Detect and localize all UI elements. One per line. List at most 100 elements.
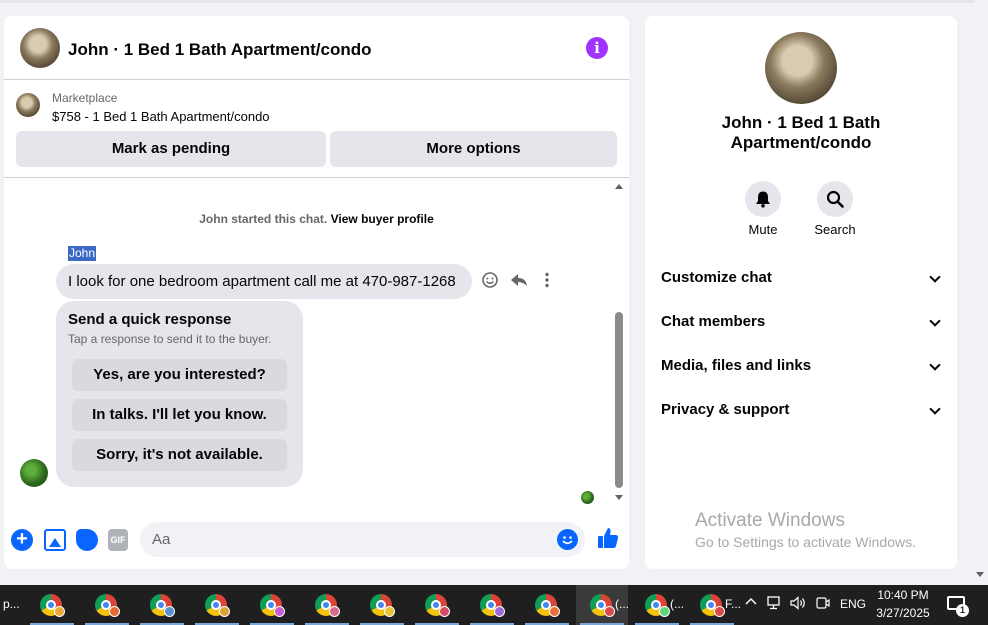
sender-avatar[interactable] bbox=[20, 459, 48, 487]
chevron-down-icon bbox=[929, 315, 941, 327]
chevron-down-icon bbox=[929, 359, 941, 371]
message-bubble[interactable]: I look for one bedroom apartment call me… bbox=[56, 264, 472, 299]
language-indicator[interactable]: ENG bbox=[840, 597, 866, 611]
marketplace-listing-thumbnail[interactable] bbox=[16, 93, 40, 117]
scroll-up-arrow-icon[interactable] bbox=[615, 184, 623, 189]
more-icon[interactable] bbox=[537, 271, 557, 291]
camera-icon[interactable] bbox=[816, 596, 830, 613]
chat-started-text: John started this chat. bbox=[199, 212, 328, 226]
more-options-button[interactable]: More options bbox=[330, 131, 617, 167]
search-icon[interactable] bbox=[817, 181, 853, 217]
sticker-icon[interactable] bbox=[76, 529, 98, 551]
chat-started-notice: John started this chat. View buyer profi… bbox=[4, 212, 629, 226]
quick-response-title: Send a quick response bbox=[68, 311, 232, 328]
section-privacy-support[interactable]: Privacy & support bbox=[661, 398, 943, 422]
section-customize-chat[interactable]: Customize chat bbox=[661, 266, 943, 290]
chat-header: John · 1 Bed 1 Bath Apartment/condo i bbox=[4, 16, 629, 80]
activate-windows-title: Activate Windows bbox=[695, 510, 845, 531]
taskbar-chrome-window[interactable] bbox=[521, 585, 573, 625]
taskbar-window-label: (... bbox=[615, 597, 629, 611]
message-input[interactable] bbox=[140, 522, 585, 557]
sender-name: John bbox=[68, 246, 97, 261]
taskbar-chrome-window[interactable] bbox=[81, 585, 133, 625]
chat-scrollbar[interactable] bbox=[612, 182, 627, 506]
header-divider bbox=[4, 177, 629, 178]
profile-avatar-icon bbox=[54, 606, 65, 617]
conversation-name: John · 1 Bed 1 Bath Apartment/condo bbox=[721, 113, 881, 152]
taskbar-chrome-window[interactable] bbox=[411, 585, 463, 625]
taskbar-window-label: (... bbox=[670, 597, 684, 611]
clock-date[interactable]: 3/27/2025 bbox=[872, 606, 934, 620]
section-label: Customize chat bbox=[661, 269, 772, 286]
taskbar-chrome-window[interactable] bbox=[26, 585, 78, 625]
scroll-thumb[interactable] bbox=[615, 312, 623, 488]
profile-avatar-icon bbox=[549, 606, 560, 617]
listing-avatar[interactable] bbox=[20, 28, 60, 68]
conversation-info-panel: John · 1 Bed 1 Bath Apartment/condo Mute… bbox=[645, 16, 957, 569]
search-label: Search bbox=[814, 222, 856, 237]
profile-avatar-icon bbox=[439, 606, 450, 617]
taskbar-chrome-window[interactable] bbox=[466, 585, 518, 625]
notification-count: 1 bbox=[956, 604, 969, 617]
profile-avatar-icon bbox=[494, 606, 505, 617]
top-border bbox=[0, 0, 975, 3]
quick-response-option[interactable]: Yes, are you interested? bbox=[72, 359, 287, 391]
profile-avatar-icon bbox=[714, 606, 725, 617]
section-chat-members[interactable]: Chat members bbox=[661, 310, 943, 334]
quick-response-subtitle: Tap a response to send it to the buyer. bbox=[68, 332, 272, 346]
taskbar-chrome-window[interactable] bbox=[191, 585, 243, 625]
chevron-down-icon bbox=[929, 403, 941, 415]
photo-icon[interactable] bbox=[44, 529, 66, 551]
mute-label: Mute bbox=[748, 222, 778, 237]
quick-response-card: Send a quick response Tap a response to … bbox=[56, 301, 303, 487]
taskbar: p... (... (... F... ENG 10:40 PM 3/27/2025… bbox=[0, 585, 988, 625]
reply-icon[interactable] bbox=[509, 271, 529, 291]
profile-avatar-icon bbox=[659, 606, 670, 617]
quick-response-option[interactable]: Sorry, it's not available. bbox=[72, 439, 287, 471]
conversation-avatar[interactable] bbox=[765, 32, 837, 104]
taskbar-chrome-window[interactable] bbox=[301, 585, 353, 625]
profile-avatar-icon bbox=[219, 606, 230, 617]
plus-icon[interactable]: + bbox=[11, 529, 33, 551]
taskbar-chrome-window[interactable] bbox=[356, 585, 408, 625]
marketplace-label: Marketplace bbox=[52, 91, 118, 105]
bell-icon[interactable] bbox=[745, 181, 781, 217]
activate-windows-subtitle: Go to Settings to activate Windows. bbox=[695, 534, 916, 550]
quick-response-option[interactable]: In talks. I'll let you know. bbox=[72, 399, 287, 431]
react-icon[interactable] bbox=[480, 271, 500, 291]
taskbar-chrome-window[interactable] bbox=[246, 585, 298, 625]
taskbar-chrome-window[interactable]: (... bbox=[631, 585, 684, 625]
emoji-icon[interactable] bbox=[557, 529, 578, 550]
view-buyer-profile-link[interactable]: View buyer profile bbox=[331, 212, 434, 226]
page-scroll-down-arrow-icon[interactable] bbox=[976, 572, 984, 577]
profile-avatar-icon bbox=[164, 606, 175, 617]
chat-panel: John · 1 Bed 1 Bath Apartment/condo i Ma… bbox=[4, 16, 629, 569]
volume-icon[interactable] bbox=[790, 596, 807, 613]
profile-avatar-icon bbox=[329, 606, 340, 617]
clock-time[interactable]: 10:40 PM bbox=[872, 588, 934, 602]
scroll-down-arrow-icon[interactable] bbox=[615, 495, 623, 500]
taskbar-window-label: F... bbox=[725, 597, 742, 611]
section-media-files-links[interactable]: Media, files and links bbox=[661, 354, 943, 378]
taskbar-chrome-window[interactable]: F... bbox=[686, 585, 742, 625]
chevron-down-icon bbox=[929, 271, 941, 283]
seen-avatar bbox=[581, 491, 594, 504]
chat-title[interactable]: John · 1 Bed 1 Bath Apartment/condo bbox=[68, 40, 372, 60]
info-icon[interactable]: i bbox=[586, 37, 608, 59]
mark-as-pending-button[interactable]: Mark as pending bbox=[16, 131, 326, 167]
section-label: Chat members bbox=[661, 313, 766, 330]
profile-avatar-icon bbox=[384, 606, 395, 617]
listing-price-title[interactable]: $758 - 1 Bed 1 Bath Apartment/condo bbox=[52, 109, 270, 124]
taskbar-app-label[interactable]: p... bbox=[3, 597, 20, 611]
taskbar-chrome-window[interactable]: (... bbox=[576, 585, 629, 625]
profile-avatar-icon bbox=[109, 606, 120, 617]
taskbar-chrome-window[interactable] bbox=[136, 585, 188, 625]
profile-avatar-icon bbox=[604, 606, 615, 617]
section-label: Media, files and links bbox=[661, 357, 812, 374]
section-label: Privacy & support bbox=[661, 401, 790, 418]
profile-avatar-icon bbox=[274, 606, 285, 617]
chevron-up-icon[interactable] bbox=[745, 596, 757, 611]
network-icon[interactable] bbox=[767, 596, 783, 613]
gif-icon[interactable]: GIF bbox=[108, 529, 128, 551]
like-icon[interactable] bbox=[596, 526, 620, 550]
